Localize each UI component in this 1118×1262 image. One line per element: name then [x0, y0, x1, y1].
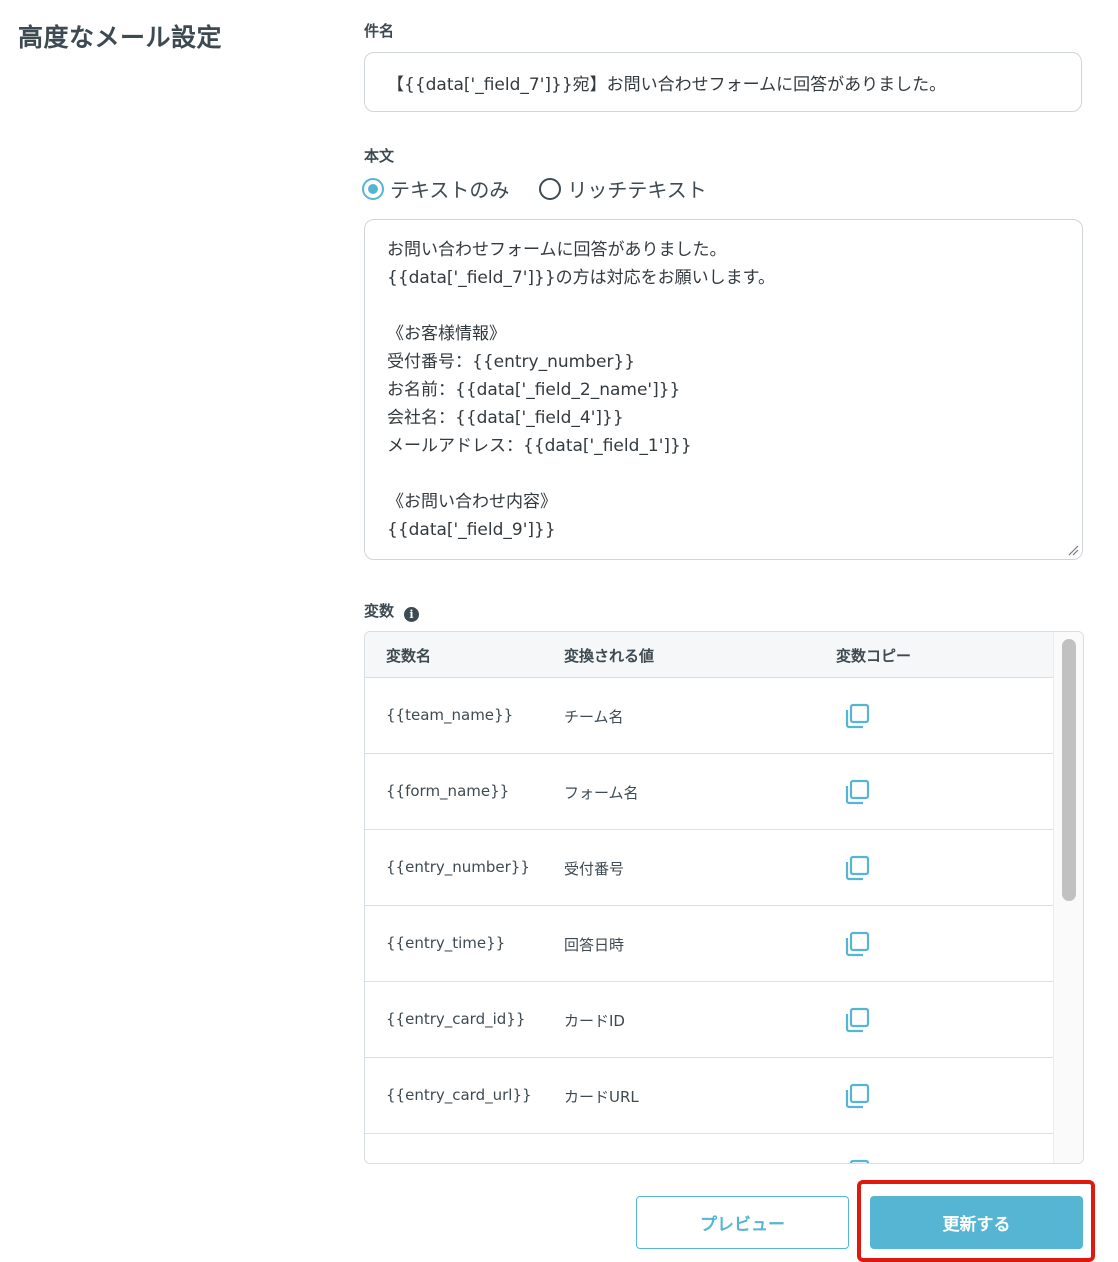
table-row: {{entry_number}} 受付番号 — [365, 830, 1054, 906]
radio-rich-text[interactable]: リッチテキスト — [539, 174, 707, 203]
body-line: {{data['_field_9']}} — [387, 520, 556, 540]
body-line: お問い合わせフォームに回答がありました。 — [387, 240, 727, 260]
body-line: 会社名：{{data['_field_4']}} — [387, 408, 624, 428]
radio-text-only[interactable]: テキストのみ — [362, 174, 509, 203]
variable-name: {{team_name}} — [386, 706, 514, 724]
variable-name: {{entry_card_id}} — [386, 1010, 526, 1028]
body-format-radio-group: テキストのみ リッチテキスト — [362, 174, 737, 203]
variable-value: カードID — [564, 1012, 625, 1030]
body-line: 《お客様情報》 — [387, 324, 506, 344]
body-line: お名前：{{data['_field_2_name']}} — [387, 380, 681, 400]
variable-value: 受付番号 — [564, 860, 625, 878]
variable-name: {{entry_time}} — [386, 934, 506, 952]
scrollbar-thumb[interactable] — [1062, 639, 1076, 901]
subject-value: 【{{data['_field_7']}}宛】お問い合わせフォームに回答がありま… — [387, 74, 947, 95]
radio-rich-text-label: リッチテキスト — [567, 178, 707, 202]
variables-table: 変数名 変換される値 変数コピー {{team_name}} チーム名 {{fo… — [364, 631, 1084, 1164]
body-line: 受付番号：{{entry_number}} — [387, 352, 636, 372]
body-line — [387, 292, 1060, 320]
column-header-copy: 変数コピー — [836, 647, 912, 665]
copy-icon[interactable] — [843, 1006, 871, 1034]
table-row-partial — [365, 1134, 1054, 1164]
body-textarea[interactable]: お問い合わせフォームに回答がありました。 {{data['_field_7']}… — [364, 219, 1083, 560]
copy-icon[interactable] — [843, 854, 871, 882]
body-line — [387, 460, 1060, 488]
variable-value: チーム名 — [564, 708, 624, 726]
body-line: 《お問い合わせ内容》 — [387, 492, 557, 512]
body-label: 本文 — [364, 147, 395, 165]
column-header-name: 変数名 — [386, 647, 432, 665]
update-button[interactable]: 更新する — [870, 1196, 1083, 1249]
table-row: {{entry_card_id}} カードID — [365, 982, 1054, 1058]
table-header: 変数名 変換される値 変数コピー — [365, 632, 1054, 678]
section-title: 高度なメール設定 — [18, 23, 223, 52]
variable-name: {{entry_number}} — [386, 858, 530, 876]
table-row: {{entry_time}} 回答日時 — [365, 906, 1054, 982]
variables-label-wrap: 変数 i — [364, 600, 420, 622]
variable-value: カードURL — [564, 1088, 639, 1106]
copy-icon[interactable] — [843, 1082, 871, 1110]
radio-checked-icon[interactable] — [362, 177, 384, 200]
radio-text-only-label: テキストのみ — [390, 178, 510, 202]
variable-name: {{entry_card_url}} — [386, 1086, 532, 1104]
copy-icon[interactable] — [843, 702, 871, 730]
body-line: メールアドレス：{{data['_field_1']}} — [387, 436, 692, 456]
copy-icon[interactable] — [843, 778, 871, 806]
info-icon[interactable]: i — [404, 607, 420, 622]
variable-name: {{form_name}} — [386, 782, 510, 800]
resize-handle-icon[interactable] — [1067, 544, 1079, 556]
copy-icon[interactable] — [843, 930, 871, 958]
table-row: {{team_name}} チーム名 — [365, 678, 1054, 754]
subject-label: 件名 — [364, 22, 395, 40]
subject-input[interactable]: 【{{data['_field_7']}}宛】お問い合わせフォームに回答がありま… — [364, 52, 1082, 112]
column-header-value: 変換される値 — [564, 647, 655, 665]
table-row: {{form_name}} フォーム名 — [365, 754, 1054, 830]
variable-value: フォーム名 — [564, 784, 639, 802]
copy-icon[interactable] — [843, 1158, 871, 1164]
table-scrollbar[interactable] — [1053, 632, 1083, 1163]
radio-unchecked-icon[interactable] — [539, 177, 562, 200]
body-line: {{data['_field_7']}}の方は対応をお願いします。 — [387, 268, 775, 288]
variable-value: 回答日時 — [564, 936, 625, 954]
variables-label: 変数 — [364, 602, 395, 620]
preview-button[interactable]: プレビュー — [636, 1196, 849, 1249]
table-row: {{entry_card_url}} カードURL — [365, 1058, 1054, 1134]
